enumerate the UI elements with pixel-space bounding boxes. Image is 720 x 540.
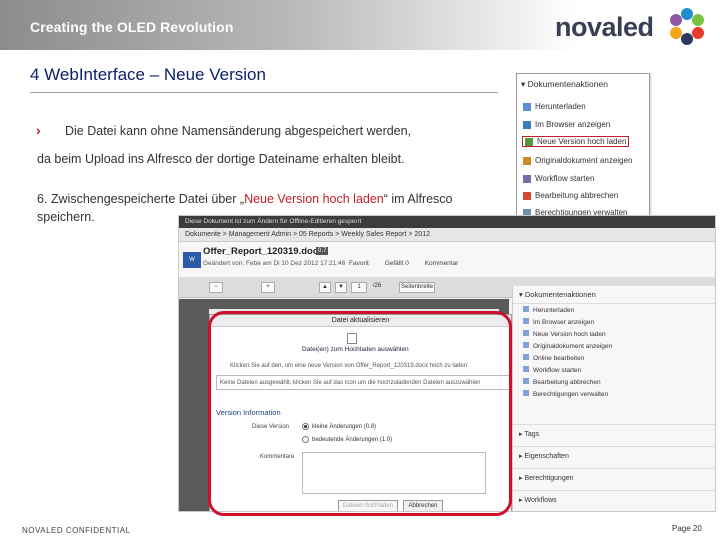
- section-tags[interactable]: ▸ Tags: [513, 424, 715, 444]
- cancel-icon: [523, 378, 529, 384]
- continued-text: da beim Upload ins Alfresco der dortige …: [37, 152, 405, 166]
- panel-item-start-workflow[interactable]: Workflow starten: [513, 364, 715, 376]
- bullet-arrow-icon: ›: [36, 122, 41, 138]
- step-prefix: 6. Zwischengespeicherte Datei über „: [37, 192, 245, 206]
- upload-icon: [523, 330, 529, 336]
- cancel-icon: [523, 191, 531, 200]
- word-document-icon: W: [183, 252, 201, 268]
- next-page-button[interactable]: ▼: [335, 282, 347, 293]
- browser-icon: [523, 120, 531, 129]
- download-icon: [523, 306, 529, 312]
- document-header: W Offer_Report_120319.docx 0.7 Geändert …: [179, 242, 715, 278]
- document-name: Offer_Report_120319.docx: [203, 246, 324, 257]
- logo-mark-icon: [670, 8, 704, 45]
- workflow-icon: [523, 174, 531, 183]
- panel-item-cancel-editing[interactable]: Bearbeitung abbrechen: [513, 376, 715, 388]
- panel-item-manage-permissions[interactable]: Berechtigungen verwalten: [513, 388, 715, 400]
- menu-header: ▾ Dokumentenaktionen: [521, 79, 608, 89]
- document-actions-menu: ▾ Dokumentenaktionen Herunterladen Im Br…: [516, 73, 650, 223]
- like-link[interactable]: Gefällt 0: [385, 260, 409, 267]
- menu-item-download[interactable]: Herunterladen: [523, 102, 586, 111]
- download-icon: [523, 102, 531, 111]
- document-actions-panel: ▾ Dokumentenaktionen Herunterladen Im Br…: [512, 286, 715, 511]
- highlight-frame: [208, 311, 512, 516]
- prev-page-button[interactable]: ▲: [319, 282, 331, 293]
- section-workflows[interactable]: ▸ Workflows: [513, 490, 715, 510]
- panel-item-view-original[interactable]: Originaldokument anzeigen: [513, 340, 715, 352]
- menu-item-view-in-browser[interactable]: Im Browser anzeigen: [523, 120, 610, 129]
- panel-item-edit-online[interactable]: Online bearbeiten: [513, 352, 715, 364]
- panel-header: ▾ Dokumentenaktionen: [513, 286, 715, 304]
- document-icon: [523, 156, 531, 165]
- workflow-icon: [523, 366, 529, 372]
- menu-item-start-workflow[interactable]: Workflow starten: [523, 174, 594, 183]
- header-title: Creating the OLED Revolution: [30, 19, 234, 35]
- bullet-text: Die Datei kann ohne Namensänderung abges…: [65, 124, 412, 138]
- version-badge: 0.7: [316, 247, 329, 255]
- title-divider: [30, 92, 498, 93]
- page-total: /26: [372, 283, 382, 289]
- page-number: Page 20: [672, 524, 702, 533]
- novaled-logo: novaled: [555, 6, 715, 46]
- panel-item-view-in-browser[interactable]: Im Browser anzeigen: [513, 316, 715, 328]
- zoom-out-button[interactable]: −: [209, 282, 223, 293]
- zoom-in-button[interactable]: +: [261, 282, 275, 293]
- edit-icon: [523, 354, 529, 360]
- menu-item-view-original[interactable]: Originaldokument anzeigen: [523, 156, 632, 165]
- panel-item-upload-new-version[interactable]: Neue Version hoch laden: [513, 328, 715, 340]
- menu-item-cancel-editing[interactable]: Bearbeitung abbrechen: [523, 191, 618, 200]
- lock-notice: Diese Dokument ist zum Ändern für Offlin…: [179, 216, 715, 228]
- upload-icon: [525, 137, 533, 146]
- document-social-actions: Favorit Gefällt 0 Kommentar: [349, 260, 472, 267]
- permissions-icon: [523, 390, 529, 396]
- browser-icon: [523, 318, 529, 324]
- header-band: Creating the OLED Revolution novaled: [0, 0, 720, 50]
- document-icon: [523, 342, 529, 348]
- section-properties[interactable]: ▸ Eigenschaften: [513, 446, 715, 466]
- logo-text: novaled: [555, 12, 654, 42]
- confidential-notice: NOVALED CONFIDENTIAL: [22, 526, 131, 535]
- slide-title: 4 WebInterface – Neue Version: [30, 65, 266, 84]
- step-highlight: Neue Version hoch laden: [244, 192, 384, 206]
- panel-item-download[interactable]: Herunterladen: [513, 304, 715, 316]
- document-meta: Geändert von: Febe am Di 10 Dez 2012 17:…: [203, 260, 346, 267]
- zoom-select[interactable]: Seitenbreite: [399, 282, 435, 293]
- page-input[interactable]: 1: [351, 282, 367, 293]
- comment-link[interactable]: Kommentar: [425, 260, 459, 267]
- menu-item-upload-new-version[interactable]: Neue Version hoch laden: [521, 136, 630, 147]
- favorite-link[interactable]: Favorit: [349, 260, 369, 267]
- section-permissions[interactable]: ▸ Berechtigungen: [513, 468, 715, 488]
- breadcrumb[interactable]: Dokumente > Management Admin > 05 Report…: [179, 228, 715, 242]
